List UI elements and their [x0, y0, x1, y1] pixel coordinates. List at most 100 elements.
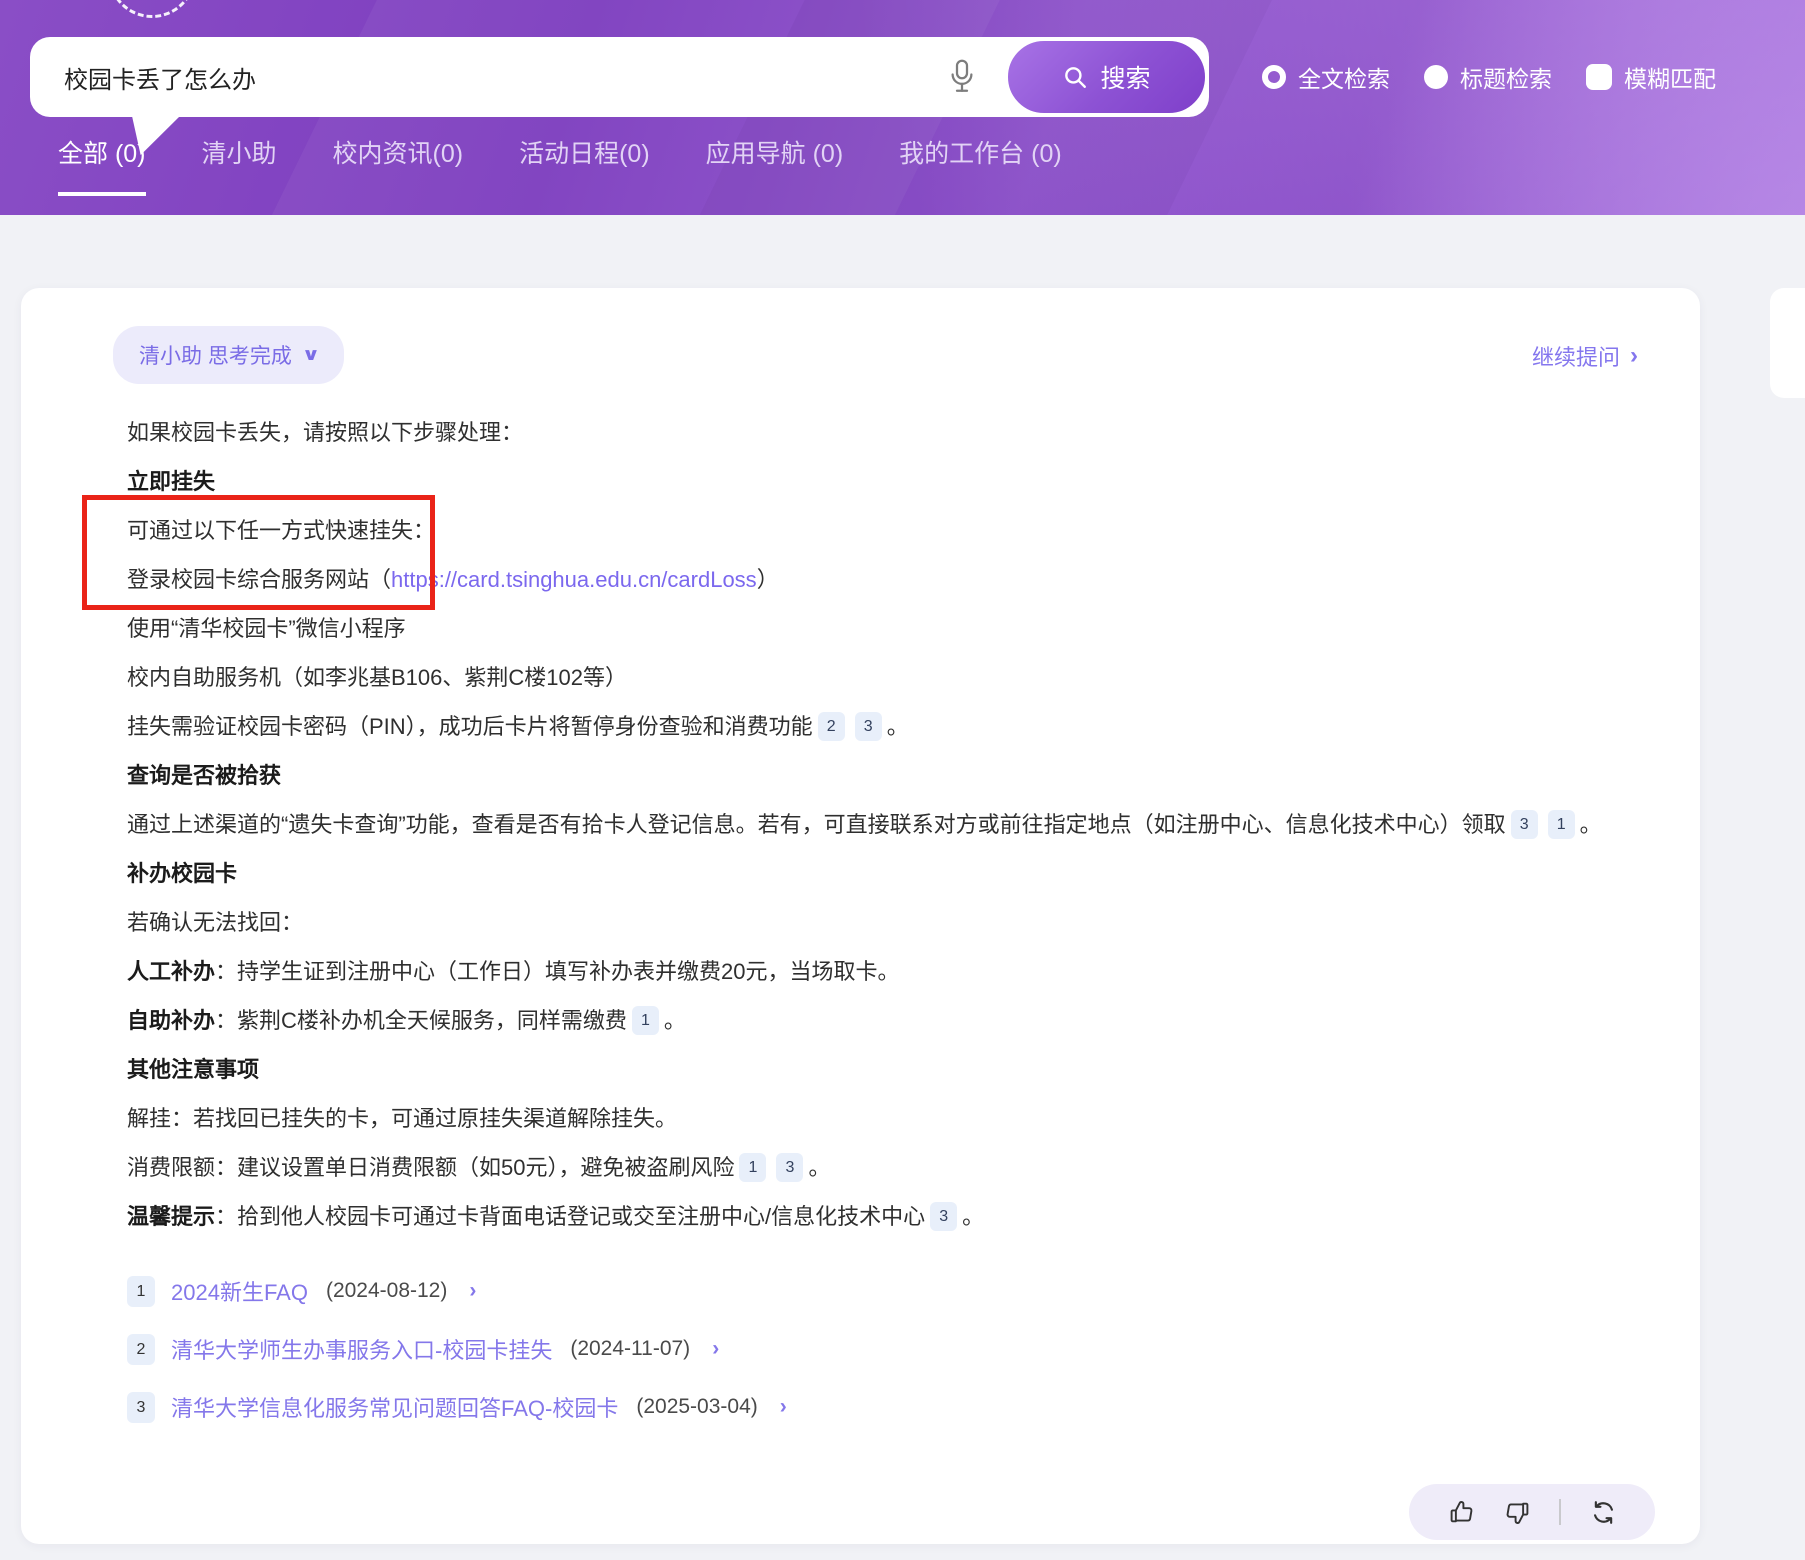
reference-title[interactable]: 2024新生FAQ: [171, 1275, 308, 1307]
thumbs-down-button[interactable]: [1503, 1498, 1531, 1526]
answer-paragraph: 若确认无法找回：: [127, 898, 1640, 947]
tab-all[interactable]: 全部 (0): [58, 134, 146, 196]
citation-badge[interactable]: 1: [1548, 810, 1575, 839]
chevron-right-icon: ›: [712, 1337, 719, 1361]
citation-badge[interactable]: 3: [776, 1153, 803, 1182]
answer-paragraph: 人工补办：持学生证到注册中心（工作日）填写补办表并缴费20元，当场取卡。: [127, 947, 1640, 996]
text-run: 如果校园卡丢失，请按照以下步骤处理：: [127, 420, 523, 445]
search-button-label: 搜索: [1100, 59, 1150, 95]
chevron-right-icon: ›: [469, 1279, 476, 1303]
reference-number: 3: [127, 1392, 155, 1423]
bold-text: 温馨提示: [127, 1204, 215, 1229]
tab-campus-news[interactable]: 校内资讯(0): [333, 134, 464, 196]
answer-paragraph: 如果校园卡丢失，请按照以下步骤处理：: [127, 408, 1640, 457]
answer-body: 如果校园卡丢失，请按照以下步骤处理：立即挂失可通过以下任一方式快速挂失：登录校园…: [127, 408, 1640, 1241]
fulltext-radio[interactable]: [1262, 65, 1286, 89]
answer-paragraph: 挂失需验证校园卡密码（PIN），成功后卡片将暂停身份查验和消费功能23。: [127, 702, 1640, 751]
chevron-right-icon: ›: [780, 1395, 787, 1419]
answer-paragraph: 通过上述渠道的“遗失卡查询”功能，查看是否有拾卡人登记信息。若有，可直接联系对方…: [127, 800, 1640, 849]
answer-paragraph: 其他注意事项: [127, 1045, 1640, 1094]
bold-text: 人工补办: [127, 959, 215, 984]
fuzzy-checkbox[interactable]: [1586, 64, 1612, 90]
thumbs-up-button[interactable]: [1447, 1498, 1475, 1526]
results-area: 清小助 思考完成 ∨ 继续提问 › 如果校园卡丢失，请按照以下步骤处理： 立即挂失…: [0, 215, 1805, 1560]
text-run: 。: [664, 1008, 686, 1033]
search-mode-label: 全文检索: [1298, 60, 1390, 94]
answer-card: 清小助 思考完成 ∨ 继续提问 › 如果校园卡丢失，请按照以下步骤处理： 立即挂失…: [21, 288, 1700, 1544]
text-run: 。: [808, 1155, 830, 1180]
text-run: ）: [757, 567, 779, 592]
answer-paragraph: 校内自助服务机（如李兆基B106、紫荆C楼102等）: [127, 653, 1640, 702]
tab-app-nav[interactable]: 应用导航 (0): [706, 134, 844, 196]
citation-badge[interactable]: 3: [855, 712, 882, 741]
reference-date: (2024-08-12): [326, 1279, 447, 1303]
citation-badge[interactable]: 1: [632, 1006, 659, 1035]
assistant-thinking-pill[interactable]: 清小助 思考完成 ∨: [113, 326, 344, 384]
tab-workbench[interactable]: 我的工作台 (0): [899, 134, 1062, 196]
search-input[interactable]: [30, 63, 942, 91]
bold-text: 立即挂失: [127, 469, 215, 494]
inline-link[interactable]: https://card.tsinghua.edu.cn/cardLoss: [391, 567, 757, 592]
answer-paragraph: 立即挂失: [127, 457, 1640, 506]
microphone-icon[interactable]: [942, 55, 982, 99]
search-mode-label: 标题检索: [1460, 60, 1552, 94]
reference-item[interactable]: 3 清华大学信息化服务常见问题回答FAQ-校园卡 (2025-03-04) ›: [127, 1391, 1640, 1423]
reference-title[interactable]: 清华大学师生办事服务入口-校园卡挂失: [171, 1333, 552, 1365]
continue-asking-link[interactable]: 继续提问 ›: [1532, 340, 1638, 372]
continue-asking-label: 继续提问: [1532, 340, 1620, 372]
search-bar: 搜索: [30, 37, 1209, 117]
chevron-right-icon: ›: [1630, 342, 1638, 370]
text-run: 消费限额：建议设置单日消费限额（如50元），避免被盗刷风险: [127, 1155, 734, 1180]
text-run: 解挂：若找回已挂失的卡，可通过原挂失渠道解除挂失。: [127, 1106, 677, 1131]
tab-qxz[interactable]: 清小助: [202, 134, 277, 196]
answer-paragraph: 登录校园卡综合服务网站（https://card.tsinghua.edu.cn…: [127, 555, 1640, 604]
text-run: ：持学生证到注册中心（工作日）填写补办表并缴费20元，当场取卡。: [215, 959, 899, 984]
title-radio[interactable]: [1424, 65, 1448, 89]
reference-date: (2025-03-04): [636, 1395, 757, 1419]
citation-badge[interactable]: 3: [1511, 810, 1538, 839]
text-run: 挂失需验证校园卡密码（PIN），成功后卡片将暂停身份查验和消费功能: [127, 714, 813, 739]
side-panel-edge: [1770, 288, 1805, 398]
answer-paragraph: 可通过以下任一方式快速挂失：: [127, 506, 1640, 555]
reference-title[interactable]: 清华大学信息化服务常见问题回答FAQ-校园卡: [171, 1391, 618, 1423]
answer-actions: [1409, 1484, 1655, 1540]
chevron-down-icon: ∨: [301, 345, 320, 365]
text-run: ：拾到他人校园卡可通过卡背面电话登记或交至注册中心/信息化技术中心: [215, 1204, 925, 1229]
bold-text: 补办校园卡: [127, 861, 237, 886]
search-mode-fulltext[interactable]: 全文检索: [1262, 60, 1390, 94]
citation-badge[interactable]: 1: [739, 1153, 766, 1182]
answer-paragraph: 自助补办：紫荆C楼补办机全天候服务，同样需缴费1。: [127, 996, 1640, 1045]
reference-item[interactable]: 2清华大学师生办事服务入口-校园卡挂失(2024-11-07)›: [127, 1333, 1640, 1365]
search-mode-label: 模糊匹配: [1624, 60, 1716, 94]
university-emblem-logo: [108, 0, 196, 18]
answer-paragraph: 温馨提示：拾到他人校园卡可通过卡背面电话登记或交至注册中心/信息化技术中心3。: [127, 1192, 1640, 1241]
tabs: 全部 (0) 清小助校内资讯(0) 活动日程(0) 应用导航 (0) 我的工作台 (0): [58, 134, 1062, 196]
assistant-pill-label: 清小助 思考完成: [139, 340, 292, 370]
text-run: ：紫荆C楼补办机全天候服务，同样需缴费: [215, 1008, 627, 1033]
search-mode-options: 全文检索 标题检索 模糊匹配: [1262, 37, 1716, 117]
search-mode-title[interactable]: 标题检索: [1424, 60, 1552, 94]
header: 搜索 全文检索 标题检索 模糊匹配 全部 (0) 清小助校内资讯(0) 活动日程(0) 应…: [0, 0, 1805, 215]
text-run: 通过上述渠道的“遗失卡查询”功能，查看是否有拾卡人登记信息。若有，可直接联系对方…: [127, 812, 1506, 837]
reference-number: 1: [127, 1276, 155, 1307]
text-run: 校内自助服务机（如李兆基B106、紫荆C楼102等）: [127, 665, 627, 690]
tab-events[interactable]: 活动日程(0): [519, 134, 650, 196]
reference-list: 12024新生FAQ(2024-08-12)›2清华大学师生办事服务入口-校园卡…: [127, 1275, 1640, 1423]
search-mode-fuzzy[interactable]: 模糊匹配: [1586, 60, 1716, 94]
reference-item[interactable]: 1 2024新生FAQ (2024-08-12) ›: [127, 1275, 1640, 1307]
regenerate-button[interactable]: [1589, 1498, 1617, 1526]
answer-paragraph: 补办校园卡: [127, 849, 1640, 898]
bold-text: 查询是否被拾获: [127, 763, 281, 788]
citation-badge[interactable]: 3: [930, 1202, 957, 1231]
bold-text: 其他注意事项: [127, 1057, 259, 1082]
text-run: 若确认无法找回：: [127, 910, 303, 935]
citation-badge[interactable]: 2: [818, 712, 845, 741]
search-button[interactable]: 搜索: [1004, 37, 1209, 117]
text-run: 登录校园卡综合服务网站（: [127, 567, 391, 592]
answer-paragraph: 解挂：若找回已挂失的卡，可通过原挂失渠道解除挂失。: [127, 1094, 1640, 1143]
search-icon: [1062, 64, 1088, 90]
answer-paragraph: 消费限额：建议设置单日消费限额（如50元），避免被盗刷风险13。: [127, 1143, 1640, 1192]
bold-text: 自助补办: [127, 1008, 215, 1033]
answer-paragraph: 使用“清华校园卡”微信小程序: [127, 604, 1640, 653]
text-run: 。: [887, 714, 909, 739]
